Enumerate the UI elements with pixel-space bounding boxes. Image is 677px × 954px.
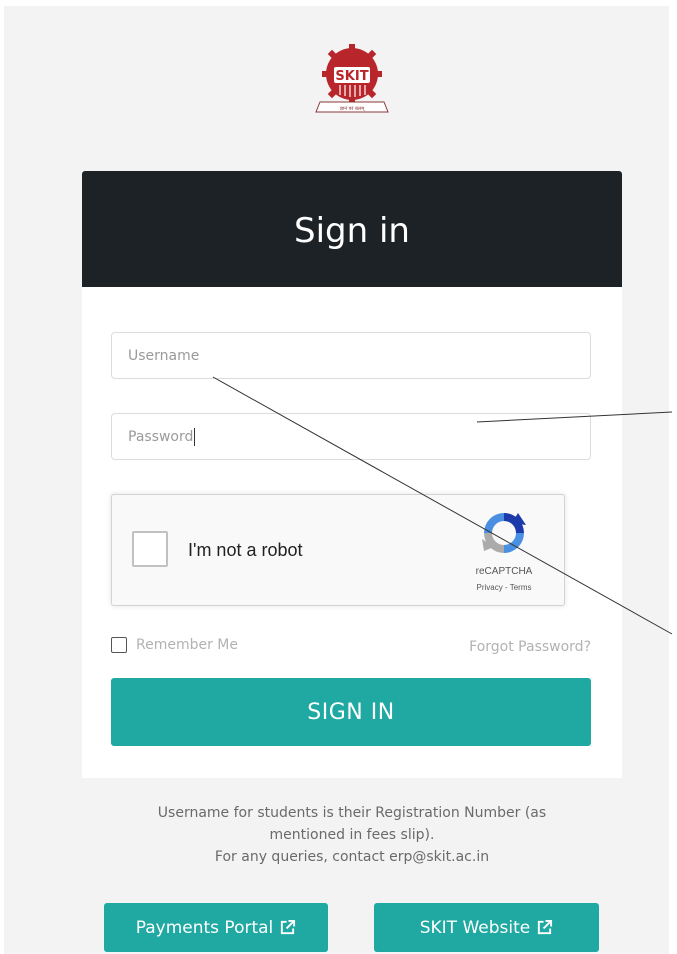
password-input[interactable]: Password xyxy=(111,413,591,460)
card-header: Sign in xyxy=(82,171,622,287)
signin-card: Sign in Username Password I'm not a robo… xyxy=(82,171,622,778)
remember-me[interactable]: Remember Me xyxy=(111,637,238,653)
external-link-icon xyxy=(281,919,296,935)
recaptcha-label: I'm not a robot xyxy=(188,540,303,560)
logo-text: SKIT xyxy=(335,69,368,84)
sign-in-button[interactable]: SIGN IN xyxy=(111,678,591,746)
password-placeholder: Password xyxy=(128,428,194,445)
remember-checkbox[interactable] xyxy=(111,637,127,653)
recaptcha-links[interactable]: Privacy - Terms xyxy=(457,583,551,592)
username-input[interactable]: Username xyxy=(111,332,591,379)
skit-logo: SKIT ज्ञानं परं बलम् xyxy=(315,44,389,113)
external-link-icon xyxy=(538,919,553,935)
help-text: Username for students is their Registrat… xyxy=(82,802,622,868)
username-placeholder: Username xyxy=(128,347,200,364)
page-title: Sign in xyxy=(294,211,410,251)
payments-portal-label: Payments Portal xyxy=(135,917,274,938)
recaptcha-widget: I'm not a robot reCAPTCHA Privacy - Term… xyxy=(111,494,565,606)
logo-tagline: ज्ञानं परं बलम् xyxy=(340,105,366,112)
help-line-1: Username for students is their Registrat… xyxy=(157,805,547,843)
forgot-password-link[interactable]: Forgot Password? xyxy=(469,639,591,655)
remember-label: Remember Me xyxy=(136,637,238,653)
help-line-2: For any queries, contact erp@skit.ac.in xyxy=(214,849,490,865)
payments-portal-button[interactable]: Payments Portal xyxy=(104,903,328,952)
recaptcha-brand: reCAPTCHA xyxy=(475,566,533,577)
recaptcha-checkbox[interactable] xyxy=(132,531,168,567)
text-caret xyxy=(194,427,196,446)
skit-website-button[interactable]: SKIT Website xyxy=(374,903,599,952)
recaptcha-icon xyxy=(482,513,526,553)
skit-website-label: SKIT Website xyxy=(419,917,531,938)
options-row: Remember Me Forgot Password? xyxy=(111,637,591,659)
